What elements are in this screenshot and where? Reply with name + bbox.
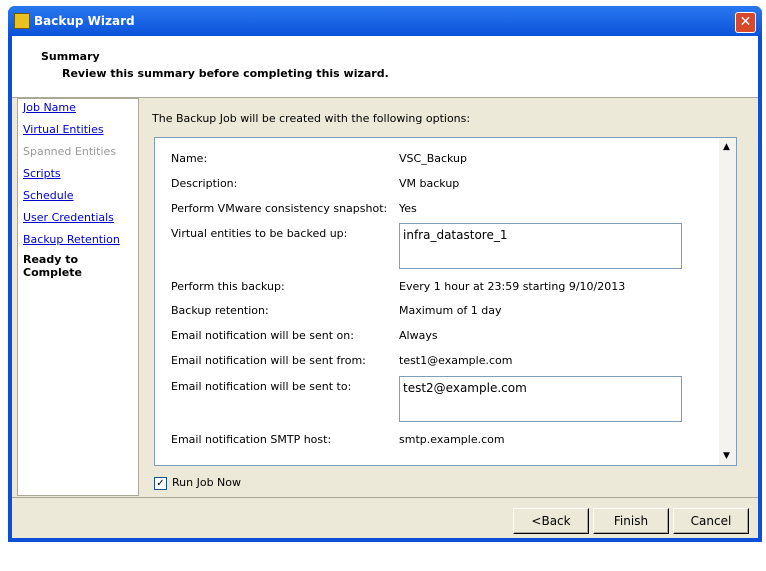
nav-backup-retention[interactable]: Backup Retention	[23, 233, 120, 246]
nav-job-name[interactable]: Job Name	[23, 101, 76, 114]
intro-text: The Backup Job will be created with the …	[152, 112, 471, 125]
entities-label: Virtual entities to be backed up:	[171, 227, 348, 240]
schedule-value: Every 1 hour at 23:59 starting 9/10/2013	[399, 280, 626, 293]
entities-list[interactable]: infra_datastore_1	[399, 223, 682, 269]
checkmark-icon: ✓	[154, 476, 167, 490]
nav-spanned-entities: Spanned Entities	[23, 145, 117, 158]
snapshot-label: Perform VMware consistency snapshot:	[171, 202, 388, 215]
schedule-label: Perform this backup:	[171, 280, 285, 293]
vertical-scrollbar[interactable]: ▲ ▼	[719, 138, 736, 465]
wizard-header: Summary Review this summary before compl…	[12, 36, 758, 98]
notify-from-label: Email notification will be sent from:	[171, 354, 366, 367]
finish-button[interactable]: Finish	[593, 508, 669, 534]
cancel-button[interactable]: Cancel	[673, 508, 749, 534]
notify-on-value: Always	[399, 329, 438, 342]
name-label: Name:	[171, 152, 208, 165]
notify-to-list[interactable]: test2@example.com	[399, 376, 682, 422]
app-icon	[14, 13, 30, 29]
retention-value: Maximum of 1 day	[399, 304, 502, 317]
run-job-now-checkbox[interactable]: ✓ Run Job Now	[154, 476, 241, 490]
nav-virtual-entities[interactable]: Virtual Entities	[23, 123, 104, 136]
notify-to-label: Email notification will be sent to:	[171, 380, 352, 393]
smtp-label: Email notification SMTP host:	[171, 433, 332, 446]
run-job-now-label: Run Job Now	[172, 476, 241, 489]
page-title: Summary	[41, 50, 100, 63]
smtp-value: smtp.example.com	[399, 433, 505, 446]
name-value: VSC_Backup	[399, 152, 468, 165]
title-bar: Backup Wizard ✕	[8, 6, 762, 36]
footer-divider	[12, 497, 758, 498]
close-button[interactable]: ✕	[735, 12, 756, 33]
description-label: Description:	[171, 177, 238, 190]
nav-schedule[interactable]: Schedule	[23, 189, 74, 202]
nav-ready-to-complete: Ready to Complete	[23, 253, 82, 279]
scroll-down-icon[interactable]: ▼	[723, 451, 730, 461]
notify-from-value: test1@example.com	[399, 354, 513, 367]
window-title: Backup Wizard	[34, 14, 135, 28]
page-subtitle: Review this summary before completing th…	[62, 67, 389, 80]
nav-user-credentials[interactable]: User Credentials	[23, 211, 114, 224]
summary-panel: Name: VSC_Backup Description: VM backup …	[154, 137, 737, 466]
back-button[interactable]: <Back	[513, 508, 589, 534]
scroll-up-icon[interactable]: ▲	[723, 142, 730, 152]
snapshot-value: Yes	[399, 202, 417, 215]
notify-on-label: Email notification will be sent on:	[171, 329, 354, 342]
wizard-steps-nav: Job Name Virtual Entities Spanned Entiti…	[17, 98, 139, 496]
description-value: VM backup	[399, 177, 460, 190]
nav-scripts[interactable]: Scripts	[23, 167, 61, 180]
retention-label: Backup retention:	[171, 304, 269, 317]
backup-wizard-window: Backup Wizard ✕ Summary Review this summ…	[8, 6, 762, 542]
